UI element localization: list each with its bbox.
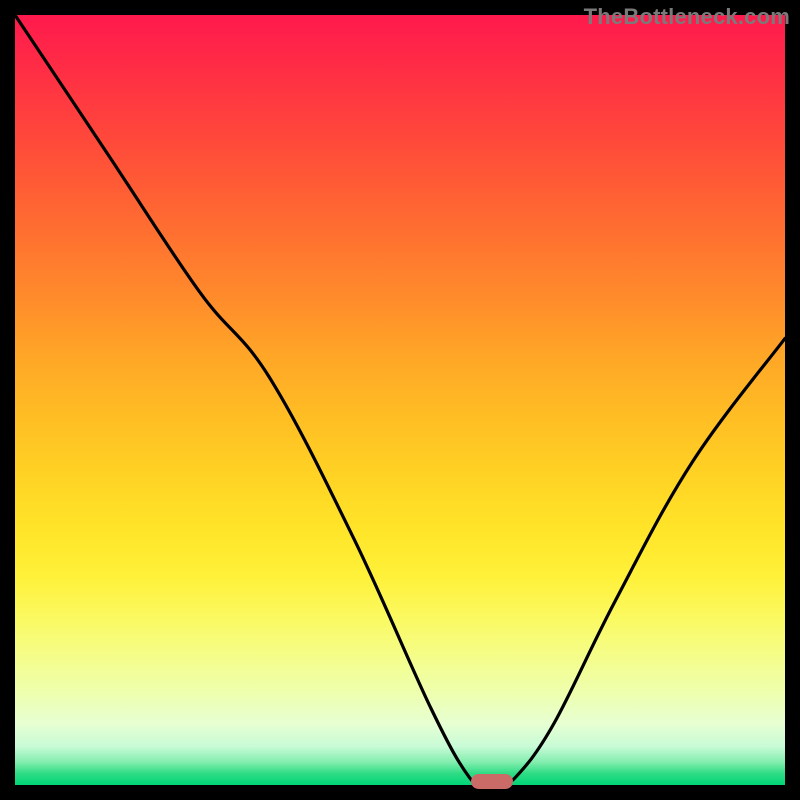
chart-frame: TheBottleneck.com: [0, 0, 800, 800]
watermark-text: TheBottleneck.com: [584, 4, 790, 30]
optimal-marker: [471, 774, 513, 789]
plot-background-gradient: [15, 15, 785, 785]
